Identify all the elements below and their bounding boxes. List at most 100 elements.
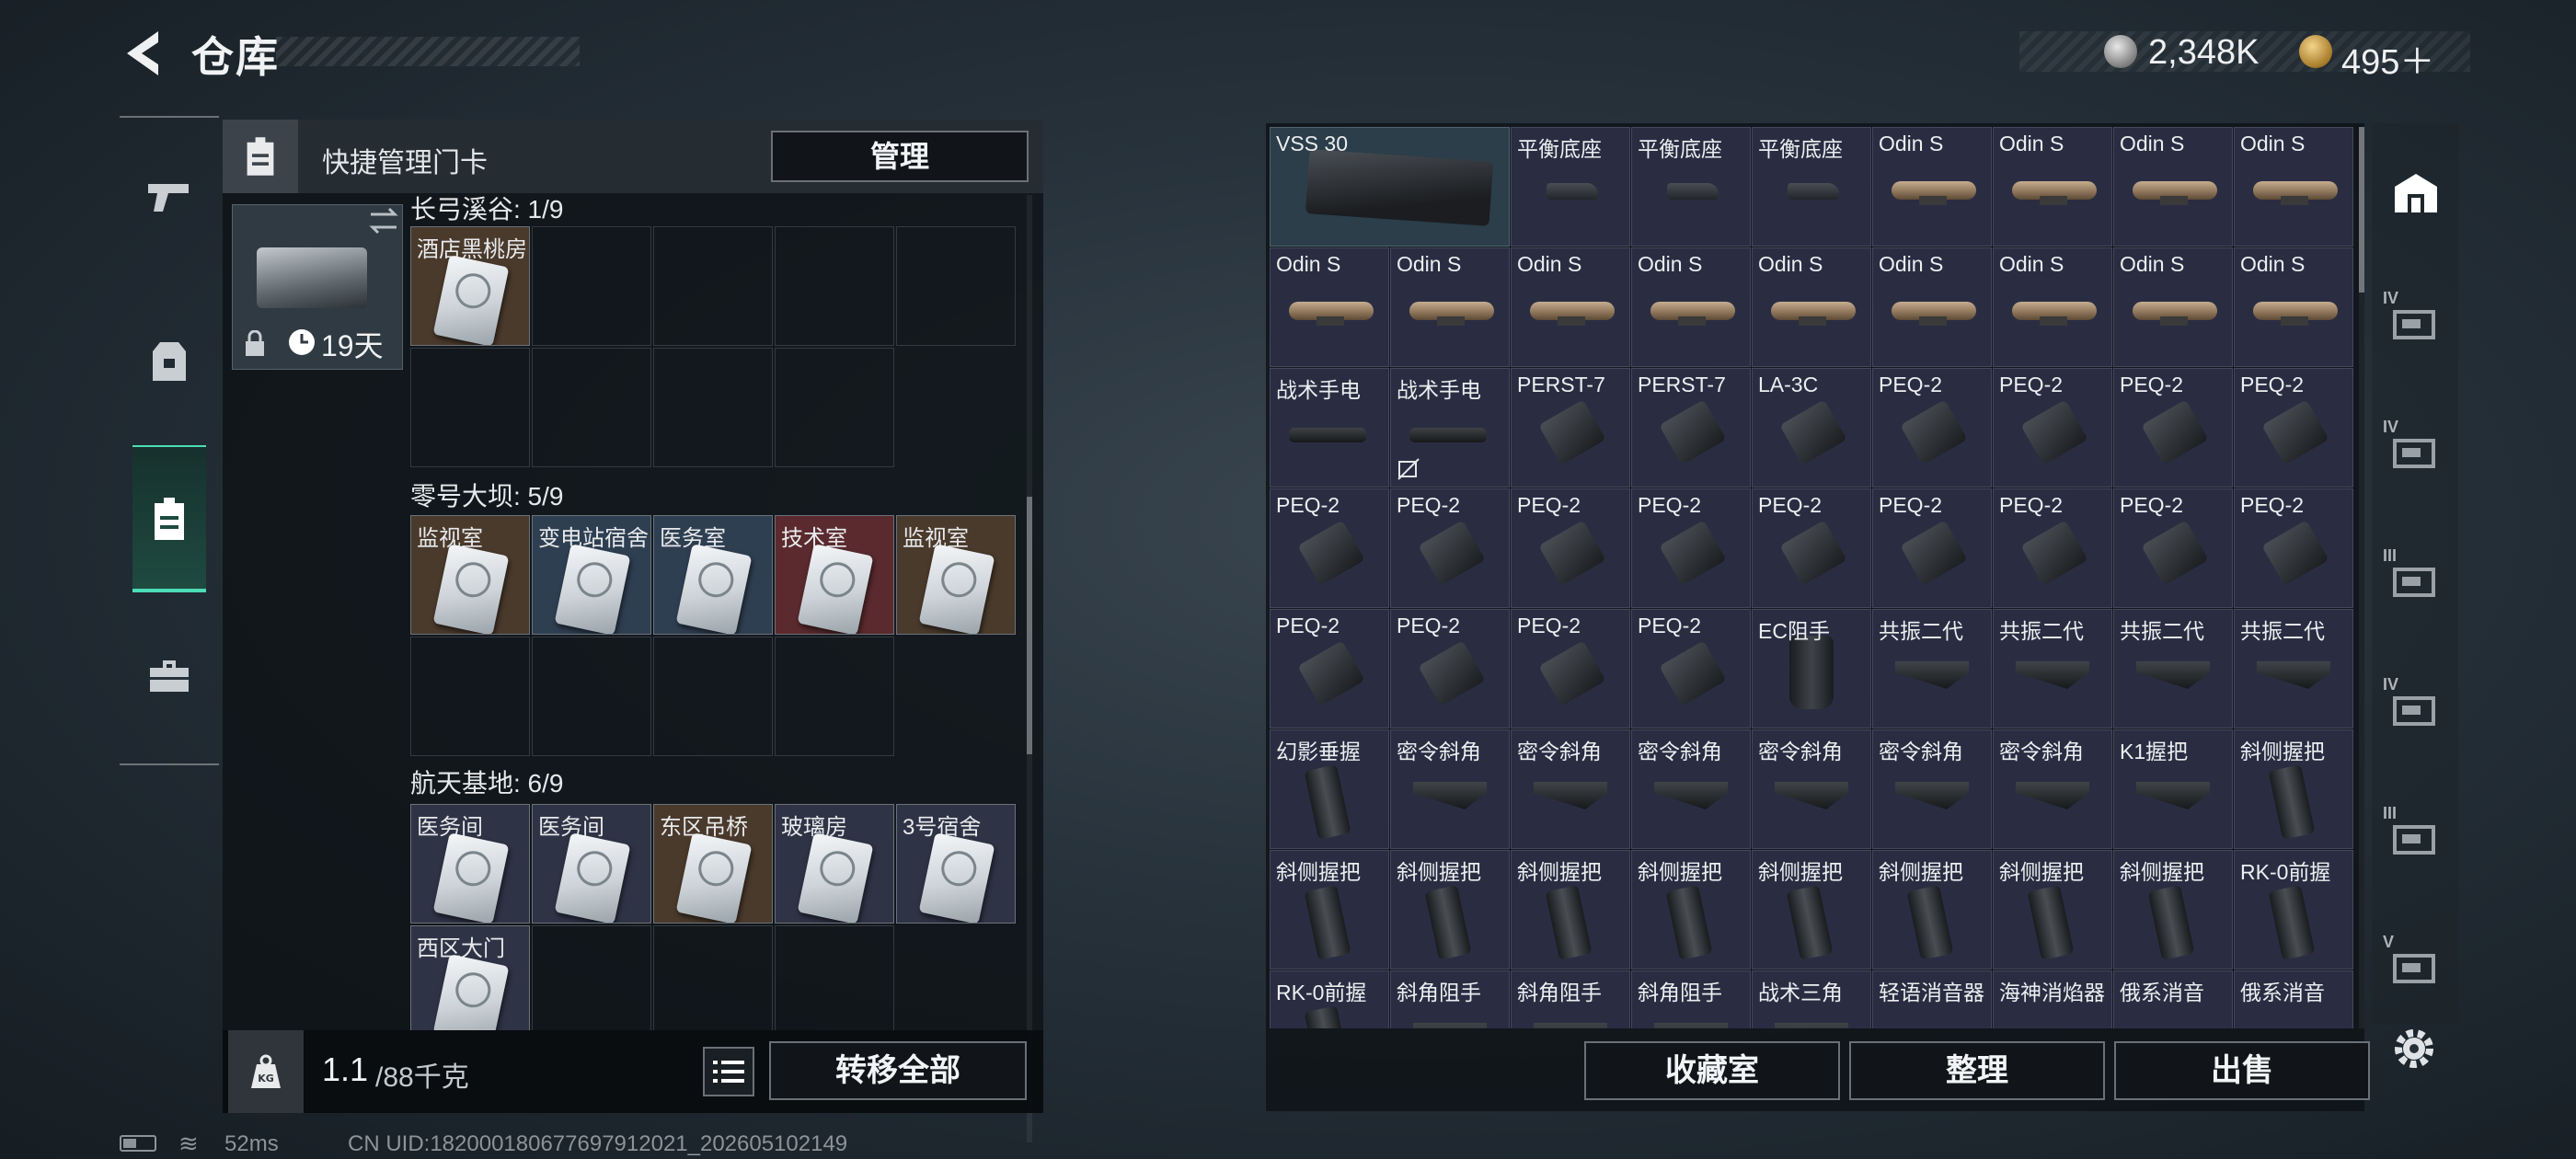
stash-item[interactable]: 密令斜角	[1631, 729, 1751, 849]
stash-item[interactable]: 斜角阻手	[1631, 970, 1751, 1028]
stash-item[interactable]: 密令斜角	[1390, 729, 1510, 849]
stash-item[interactable]: PEQ-2	[1752, 488, 1871, 608]
manage-button[interactable]: 管理	[771, 131, 1029, 182]
stash-item[interactable]: 战术三角	[1752, 970, 1871, 1028]
stash-item[interactable]: K1握把	[2113, 729, 2233, 849]
stash-item[interactable]: PEQ-2	[1390, 609, 1510, 729]
stash-item[interactable]: Odin S	[1752, 247, 1871, 367]
stash-item[interactable]: PEQ-2	[2113, 488, 2233, 608]
keycard-slot[interactable]: 监视室	[896, 515, 1016, 635]
stash-item[interactable]: 斜侧握把	[1993, 850, 2112, 970]
scrollbar-thumb[interactable]	[1027, 497, 1032, 754]
stash-item[interactable]: PEQ-2	[1511, 609, 1630, 729]
sell-button[interactable]: 出售	[2114, 1041, 2370, 1100]
stash-item[interactable]: Odin S	[1872, 247, 1992, 367]
stash-item[interactable]: 共振二代	[2234, 609, 2353, 729]
stash-item[interactable]: 平衡底座	[1631, 127, 1751, 247]
keycard-slot[interactable]: 医务间	[532, 804, 651, 924]
stash-item[interactable]: Odin S	[1511, 247, 1630, 367]
stash-item[interactable]: PEQ-2	[1872, 488, 1992, 608]
stash-item[interactable]: 战术手电	[1270, 368, 1389, 488]
stash-item[interactable]: PERST-7	[1511, 368, 1630, 488]
stash-4-folder[interactable]: IV	[2383, 418, 2449, 484]
stash-item[interactable]: 密令斜角	[1872, 729, 1992, 849]
stash-item[interactable]: 斜侧握把	[1390, 850, 1510, 970]
keycard-slot[interactable]: 东区吊桥	[653, 804, 773, 924]
stash-item[interactable]: PEQ-2	[1270, 609, 1389, 729]
stash-item[interactable]: PEQ-2	[2234, 488, 2353, 608]
keycard-slot[interactable]: 医务间	[410, 804, 530, 924]
stash-scrollbar-thumb[interactable]	[2359, 127, 2364, 293]
stash-item[interactable]: 斜侧握把	[1511, 850, 1630, 970]
stash-item[interactable]: VSS 30	[1270, 127, 1510, 247]
stash-item[interactable]: Odin S	[1270, 247, 1389, 367]
collection-room-button[interactable]: 收藏室	[1584, 1041, 1840, 1100]
settings-gear-icon[interactable]	[2385, 1019, 2444, 1078]
stash-item[interactable]: Odin S	[2234, 127, 2353, 247]
stash-home[interactable]	[2383, 160, 2449, 226]
nav-keycards[interactable]	[132, 482, 206, 556]
keycard-slot[interactable]: 变电站宿舍	[532, 515, 651, 635]
stash-item[interactable]: Odin S	[1993, 247, 2112, 367]
stash-item[interactable]: 轻语消音器	[1872, 970, 1992, 1028]
stash-item[interactable]: Odin S	[1872, 127, 1992, 247]
stash-item[interactable]: PEQ-2	[1631, 488, 1751, 608]
sort-button[interactable]: 整理	[1849, 1041, 2105, 1100]
stash-3-gun[interactable]: III	[2383, 546, 2449, 613]
stash-item[interactable]: 斜角阻手	[1390, 970, 1510, 1028]
keycard-slot[interactable]: 玻璃房	[775, 804, 894, 924]
stash-item[interactable]: Odin S	[1390, 247, 1510, 367]
stash-item[interactable]: 密令斜角	[1511, 729, 1630, 849]
stash-item[interactable]: 斜侧握把	[2234, 729, 2353, 849]
nav-toolbox[interactable]	[132, 638, 206, 712]
keycard-slot[interactable]: 3号宿舍	[896, 804, 1016, 924]
keycard-slot[interactable]: 西区大门	[410, 925, 530, 1030]
stash-5-crate[interactable]: V	[2383, 933, 2449, 999]
stash-4-box[interactable]: IV	[2383, 675, 2449, 741]
stash-item[interactable]: PEQ-2	[1993, 488, 2112, 608]
stash-item[interactable]: PEQ-2	[2113, 368, 2233, 488]
stash-item[interactable]: Odin S	[2113, 247, 2233, 367]
stash-item[interactable]: 斜侧握把	[1631, 850, 1751, 970]
stash-item[interactable]: PEQ-2	[1631, 609, 1751, 729]
stash-item[interactable]: PEQ-2	[1872, 368, 1992, 488]
stash-item[interactable]: 斜侧握把	[2113, 850, 2233, 970]
list-view-button[interactable]	[703, 1047, 754, 1096]
stash-item[interactable]: EC阻手	[1752, 609, 1871, 729]
stash-item[interactable]: PEQ-2	[1511, 488, 1630, 608]
stash-4-add[interactable]: IV	[2383, 289, 2449, 355]
stash-item[interactable]: 战术手电	[1390, 368, 1510, 488]
stash-item[interactable]: 平衡底座	[1511, 127, 1630, 247]
stash-item[interactable]: Odin S	[2113, 127, 2233, 247]
stash-item[interactable]: 密令斜角	[1993, 729, 2112, 849]
stash-item[interactable]: 海神消焰器	[1993, 970, 2112, 1028]
stash-3-rifle[interactable]: III	[2383, 804, 2449, 870]
stash-item[interactable]: 俄系消音	[2113, 970, 2233, 1028]
stash-item[interactable]: PEQ-2	[1390, 488, 1510, 608]
transfer-all-button[interactable]: 转移全部	[769, 1041, 1027, 1100]
stash-item[interactable]: Odin S	[1631, 247, 1751, 367]
keycard-slot[interactable]: 监视室	[410, 515, 530, 635]
stash-item[interactable]: PEQ-2	[1993, 368, 2112, 488]
gold-coin-amount[interactable]: 495＋	[2341, 33, 2434, 84]
stash-item[interactable]: PERST-7	[1631, 368, 1751, 488]
keycard-slot[interactable]: 医务室	[653, 515, 773, 635]
stash-item[interactable]: LA-3C	[1752, 368, 1871, 488]
back-arrow-icon[interactable]	[118, 26, 169, 81]
keycard-slot[interactable]: 技术室	[775, 515, 894, 635]
stash-item[interactable]: RK-0前握	[2234, 850, 2353, 970]
nav-equipment[interactable]	[132, 326, 206, 399]
stash-item[interactable]: Odin S	[2234, 247, 2353, 367]
stash-item[interactable]: 斜角阻手	[1511, 970, 1630, 1028]
stash-item[interactable]: 斜侧握把	[1872, 850, 1992, 970]
stash-item[interactable]: 共振二代	[2113, 609, 2233, 729]
stash-item[interactable]: 共振二代	[1872, 609, 1992, 729]
stash-item[interactable]: 俄系消音	[2234, 970, 2353, 1028]
stash-item[interactable]: 平衡底座	[1752, 127, 1871, 247]
selected-keycard-case[interactable]: 19天	[232, 204, 403, 370]
stash-item[interactable]: 斜侧握把	[1752, 850, 1871, 970]
nav-weapons[interactable]	[132, 160, 206, 234]
swap-icon[interactable]	[367, 205, 400, 236]
stash-item[interactable]: RK-0前握	[1270, 970, 1389, 1028]
stash-item[interactable]: 斜侧握把	[1270, 850, 1389, 970]
